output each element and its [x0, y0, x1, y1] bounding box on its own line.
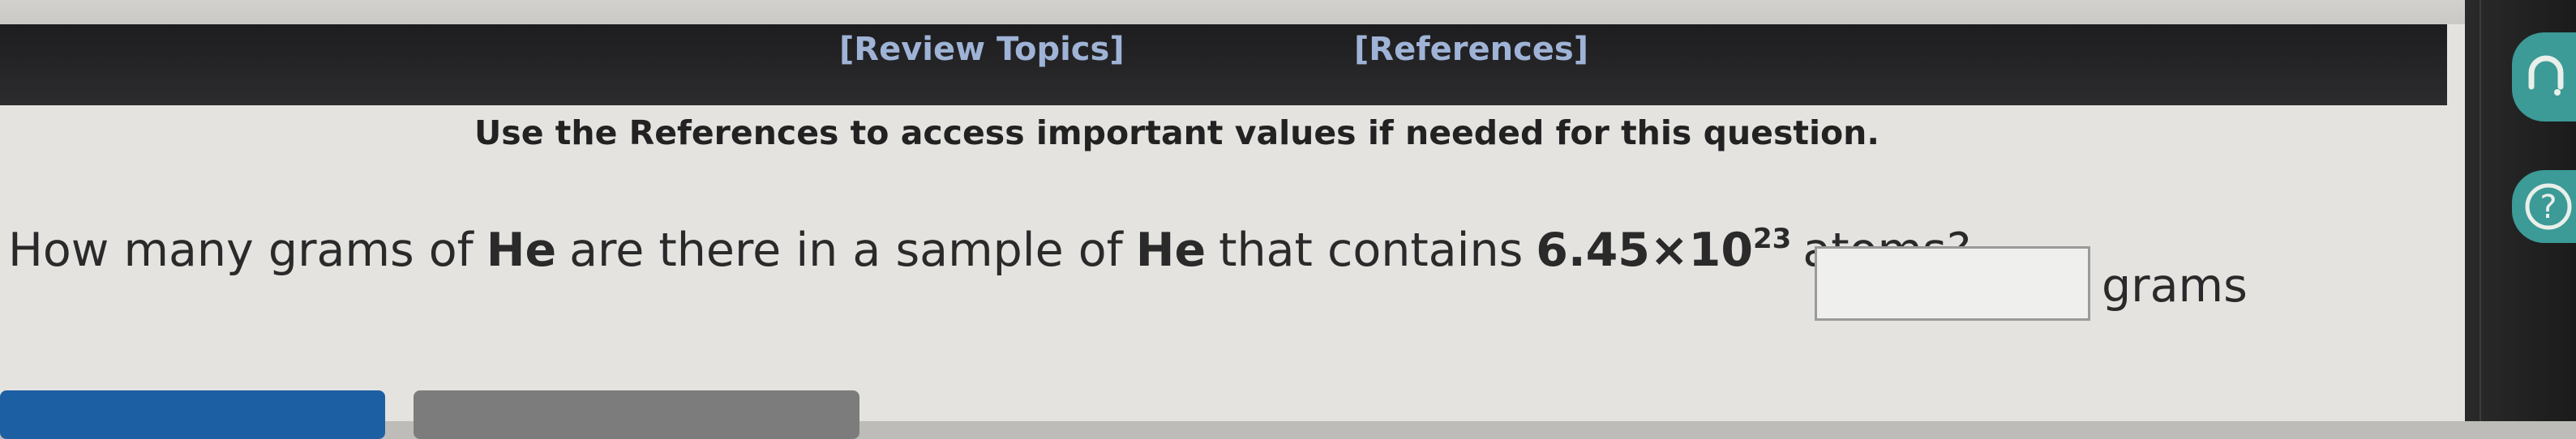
submit-answer-button[interactable]: [0, 390, 385, 439]
secondary-action-button[interactable]: [414, 390, 859, 439]
sidebar-divider: [2480, 0, 2481, 421]
question-part-3: that contains: [1219, 224, 1524, 277]
element-symbol: He: [486, 224, 557, 277]
references-notice: Use the References to access important v…: [474, 113, 1879, 152]
question-part-1: How many grams of: [8, 224, 474, 277]
atom-count-mantissa: 6.45×10: [1536, 224, 1753, 277]
references-link[interactable]: [References]: [1354, 31, 1588, 68]
question-part-2: are there in a sample of: [569, 224, 1123, 277]
help-icon[interactable]: ?: [2512, 170, 2576, 243]
headset-icon[interactable]: [2512, 32, 2576, 121]
question-text: How many grams of He are there in a samp…: [8, 223, 1971, 277]
review-topics-link[interactable]: [Review Topics]: [839, 31, 1125, 68]
references-bar: [0, 24, 2447, 105]
answer-input[interactable]: [1815, 246, 2090, 321]
atom-count-exponent: 23: [1753, 223, 1792, 255]
atom-count: 6.45×1023: [1536, 223, 1791, 277]
answer-unit: grams: [2102, 259, 2248, 313]
svg-text:?: ?: [2540, 189, 2557, 226]
element-symbol: He: [1135, 224, 1207, 277]
